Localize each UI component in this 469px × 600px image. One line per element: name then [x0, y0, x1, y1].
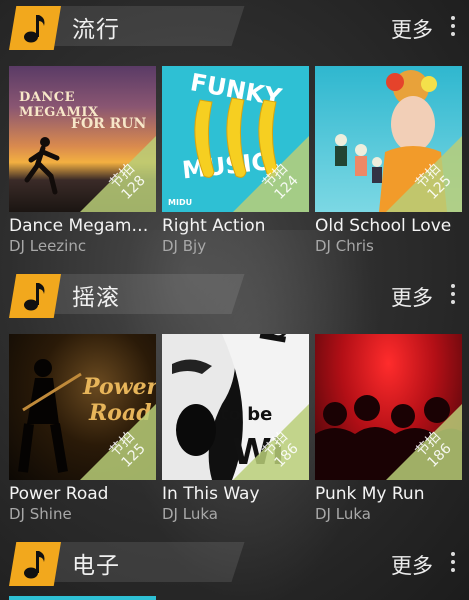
song-card[interactable]: 节拍 125 Old School Love DJ Chris: [315, 66, 462, 255]
music-note-icon: [9, 274, 61, 318]
song-card[interactable]: bo to be Wi 节拍186 In This Way DJ Luka: [162, 334, 309, 523]
cover-text: FOR RUN: [71, 116, 147, 132]
song-artist: DJ Leezinc: [9, 237, 87, 255]
song-artist: DJ Bjy: [162, 237, 207, 255]
song-title: Old School Love: [315, 216, 452, 236]
section-title: 摇滚: [72, 285, 120, 311]
music-note-icon: [9, 542, 61, 586]
cover-art: Power Road 节拍 125: [9, 334, 156, 480]
song-artist: DJ Shine: [9, 505, 72, 523]
song-card[interactable]: DANCE MEGAMIX FOR RUN 节拍 128 Dance Megam……: [9, 66, 156, 255]
cover-text: Power: [83, 374, 156, 400]
more-button[interactable]: 更多: [391, 14, 433, 44]
more-vertical-icon[interactable]: [449, 16, 457, 40]
song-card[interactable]: Power Road 节拍 125 Power Road DJ Shine: [9, 334, 156, 523]
song-artist: DJ Chris: [315, 237, 374, 255]
runner-figure: [24, 137, 60, 195]
section-header: 电子 更多: [0, 536, 469, 592]
song-title: Right Action: [162, 216, 266, 236]
cover-art: 节拍 186: [315, 334, 462, 480]
more-button[interactable]: 更多: [391, 282, 433, 312]
more-vertical-icon[interactable]: [449, 552, 457, 576]
section-header: 流行 更多: [0, 0, 469, 56]
more-button[interactable]: 更多: [391, 550, 433, 580]
cover-art: bo to be Wi 节拍186: [162, 334, 309, 480]
song-card[interactable]: FUNKY MUSIC MIDU 节拍 124 Right Action DJ B…: [162, 66, 309, 255]
song-card[interactable]: 节拍 186 Punk My Run DJ Luka: [315, 334, 462, 523]
song-artist: DJ Luka: [315, 505, 371, 523]
music-note-icon: [9, 6, 61, 50]
section-electronic: 电子 更多: [0, 536, 469, 600]
cover-art: 节拍 125: [315, 66, 462, 212]
section-title: 流行: [72, 17, 120, 43]
song-title: Dance Megam…: [9, 216, 149, 236]
section-header: 摇滚 更多: [0, 268, 469, 324]
section-title: 电子: [72, 553, 120, 579]
song-title: Power Road: [9, 484, 109, 504]
guitarist-figure: [18, 359, 82, 473]
cover-text: to be: [220, 404, 273, 425]
song-title: In This Way: [162, 484, 260, 504]
next-cover-peek: [9, 596, 156, 600]
more-vertical-icon[interactable]: [449, 284, 457, 308]
cover-art: FUNKY MUSIC MIDU 节拍 124: [162, 66, 309, 212]
song-artist: DJ Luka: [162, 505, 218, 523]
cover-art: DANCE MEGAMIX FOR RUN 节拍 128: [9, 66, 156, 212]
song-title: Punk My Run: [315, 484, 425, 504]
cover-text: MIDU: [168, 198, 193, 207]
